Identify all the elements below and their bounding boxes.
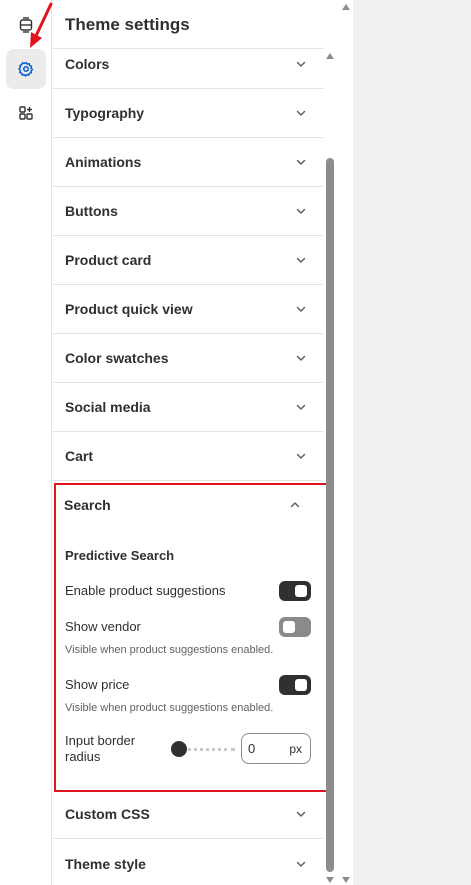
toggle-knob: [295, 679, 307, 691]
chevron-down-icon: [296, 453, 306, 459]
chevron-up-icon[interactable]: [289, 499, 301, 511]
section-buttons[interactable]: Buttons: [53, 187, 323, 236]
border-radius-input[interactable]: 0 px: [241, 733, 311, 764]
section-label: Social media: [65, 399, 151, 415]
border-radius-value: 0: [248, 741, 256, 756]
chevron-down-icon: [296, 208, 306, 214]
section-label: Custom CSS: [65, 806, 150, 822]
section-label: Buttons: [65, 203, 118, 219]
chevron-down-icon: [296, 355, 306, 361]
panel-scrollbar-thumb[interactable]: [326, 158, 334, 872]
chevron-down-icon: [296, 110, 306, 116]
apps-icon: [19, 106, 33, 120]
slider-thumb[interactable]: [171, 741, 187, 757]
section-product-quick-view[interactable]: Product quick view: [53, 285, 323, 334]
border-radius-unit: px: [289, 741, 302, 756]
theme-settings-panel: Theme settings Colors Typography Animati…: [53, 0, 339, 885]
preview-area: [353, 0, 471, 885]
sidebar-rail: [0, 0, 52, 885]
section-label: Color swatches: [65, 350, 169, 366]
scroll-up-arrow-icon[interactable]: [326, 53, 334, 59]
panel-title: Theme settings: [65, 15, 190, 34]
chevron-down-icon: [296, 811, 306, 817]
section-custom-css[interactable]: Custom CSS: [53, 790, 323, 839]
section-cart[interactable]: Cart: [53, 432, 323, 481]
toggle-knob: [283, 621, 295, 633]
chevron-down-icon: [296, 61, 306, 67]
section-social-media[interactable]: Social media: [53, 383, 323, 432]
outer-scroll-down-arrow-icon[interactable]: [342, 877, 350, 883]
chevron-down-icon: [296, 404, 306, 410]
show-price-hint: Visible when product suggestions enabled…: [65, 702, 274, 714]
show-price-toggle[interactable]: [279, 675, 311, 695]
section-theme-style[interactable]: Theme style: [53, 839, 323, 885]
border-radius-label-line2: radius: [65, 749, 101, 764]
section-color-swatches[interactable]: Color swatches: [53, 334, 323, 383]
outer-scroll-up-arrow-icon[interactable]: [342, 4, 350, 10]
scroll-down-arrow-icon[interactable]: [326, 877, 334, 883]
toggle-knob: [295, 585, 307, 597]
section-typography[interactable]: Typography: [53, 89, 323, 138]
enable-suggestions-label: Enable product suggestions: [65, 583, 226, 598]
show-price-label: Show price: [65, 677, 130, 692]
chevron-down-icon: [296, 861, 306, 867]
chevron-down-icon: [296, 257, 306, 263]
section-product-card[interactable]: Product card: [53, 236, 323, 285]
section-animations[interactable]: Animations: [53, 138, 323, 187]
chevron-down-icon: [296, 159, 306, 165]
enable-suggestions-toggle[interactable]: [279, 581, 311, 601]
show-vendor-label: Show vendor: [65, 619, 141, 634]
annotation-arrow-icon: [30, 2, 53, 48]
predictive-search-heading: Predictive Search: [65, 548, 175, 563]
theme-settings-button[interactable]: [6, 49, 46, 89]
border-radius-slider[interactable]: [171, 739, 235, 759]
section-label: Colors: [65, 56, 110, 72]
show-vendor-hint: Visible when product suggestions enabled…: [65, 644, 274, 656]
show-vendor-toggle[interactable]: [279, 617, 311, 637]
section-label: Animations: [65, 154, 142, 170]
section-label: Typography: [65, 105, 145, 121]
section-label: Product card: [65, 252, 152, 268]
gear-icon: [18, 61, 34, 77]
apps-button[interactable]: [6, 93, 46, 133]
section-label: Product quick view: [65, 301, 193, 317]
chevron-down-icon: [296, 306, 306, 312]
section-search-header[interactable]: Search: [64, 497, 111, 513]
section-colors[interactable]: Colors: [53, 40, 323, 89]
border-radius-label-line1: Input border: [65, 733, 136, 748]
outer-scrollbar[interactable]: [339, 0, 353, 885]
section-label: Cart: [65, 448, 94, 464]
section-label: Theme style: [65, 855, 146, 872]
